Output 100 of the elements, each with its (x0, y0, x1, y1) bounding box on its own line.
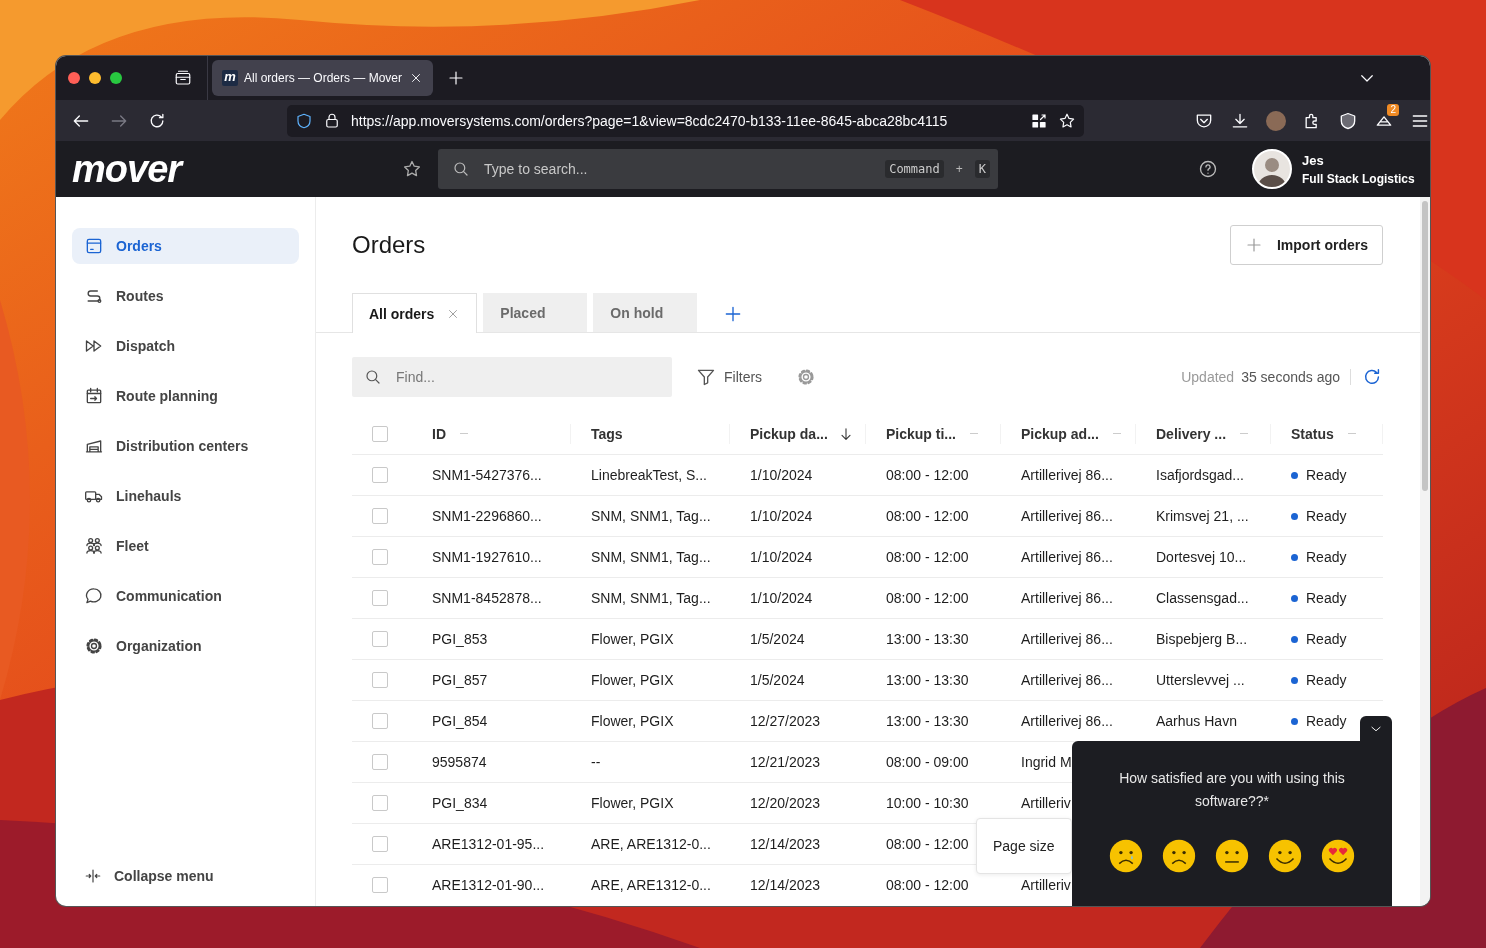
key-joiner: + (955, 162, 963, 176)
checkbox[interactable] (372, 795, 388, 811)
tray-icon[interactable] (174, 69, 192, 87)
neutral-face-icon[interactable] (1215, 839, 1249, 873)
close-icon[interactable] (409, 71, 423, 85)
collapse-icon (84, 867, 102, 885)
crying-face-icon[interactable] (1109, 839, 1143, 873)
import-orders-button[interactable]: Import orders (1230, 225, 1383, 265)
table-cell-text: 1/10/2024 (749, 590, 814, 606)
table-cell-text: Bispebjerg B... (1155, 631, 1249, 647)
find-field[interactable]: Find... (394, 368, 660, 386)
checkbox[interactable] (372, 672, 388, 688)
sidebar-item[interactable]: Communication (72, 578, 299, 614)
address-bar[interactable]: https://app.moversystems.com/orders?page=1&view=8cdc2470-b133-11ee-8645-abca28bc4115 (287, 104, 1084, 137)
search-field[interactable]: Type to search... (482, 160, 874, 178)
status-dot (1291, 635, 1298, 643)
browser-tab[interactable]: m All orders — Orders — Mover (212, 60, 433, 96)
filters-button[interactable]: Filters (696, 367, 763, 387)
column-header[interactable]: Pickup da... (750, 425, 828, 442)
sidebar-item[interactable]: Routes (72, 278, 299, 314)
table-cell-text: Flower, PGIX (590, 713, 675, 729)
table-cell-text: Ingrid M (1020, 754, 1073, 770)
column-header[interactable]: Delivery ... (1156, 425, 1227, 442)
qr-code-icon[interactable] (1030, 111, 1048, 130)
sidebar-item[interactable]: Dispatch (72, 328, 299, 364)
zoom-window-button[interactable] (110, 72, 122, 84)
heart-eyes-face-icon[interactable] (1321, 839, 1355, 873)
people-icon (84, 536, 104, 556)
column-header[interactable]: Pickup ti... (886, 425, 956, 442)
column-header[interactable]: ID (432, 425, 446, 442)
keyboard-key: K (974, 160, 990, 178)
status-dot (1291, 594, 1298, 602)
sidebar-item[interactable]: Route planning (72, 378, 299, 414)
table-cell-text: 12/21/2023 (749, 754, 822, 770)
search-bar[interactable]: Type to search... Command + K (438, 149, 998, 189)
table-cell-text: PGI_854 (431, 713, 489, 729)
checkbox[interactable] (372, 754, 388, 770)
user-avatar[interactable] (1252, 149, 1292, 189)
sidebar-item[interactable]: Organization (72, 628, 299, 664)
lock-icon (323, 111, 341, 130)
checkbox[interactable] (372, 425, 388, 442)
checkbox[interactable] (372, 877, 388, 893)
star-icon[interactable] (1058, 111, 1076, 130)
table-cell-text: Artillerivej 86... (1020, 549, 1114, 565)
table-cell: Ready (1306, 713, 1347, 729)
settings-icon[interactable] (796, 367, 817, 387)
checkbox[interactable] (372, 590, 388, 606)
sidebar-item[interactable]: Orders (72, 228, 299, 264)
minimize-window-button[interactable] (89, 72, 101, 84)
checkbox[interactable] (372, 836, 388, 852)
view-tab[interactable]: All orders (352, 293, 478, 333)
column-header[interactable]: Pickup ad... (1021, 425, 1099, 442)
table-cell-text: 08:00 - 12:00 (885, 508, 970, 524)
updated-time: 35 seconds ago (1241, 369, 1340, 385)
checkbox[interactable] (372, 467, 388, 483)
view-tab[interactable]: Placed (483, 293, 588, 332)
collapse-survey-button[interactable] (1360, 716, 1392, 742)
shield-icon[interactable] (1338, 110, 1358, 131)
star-icon[interactable] (402, 159, 422, 179)
table-cell-text: Aarhus Havn (1155, 713, 1238, 729)
table-cell-text: Krimsvej 21, ... (1155, 508, 1250, 524)
search-icon (452, 160, 470, 178)
table-cell-text: 1/10/2024 (749, 467, 814, 483)
sidebar-item[interactable]: Linehauls (72, 478, 299, 514)
scrollbar[interactable] (1420, 197, 1430, 906)
table-cell-text: Flower, PGIX (590, 672, 675, 688)
checkbox[interactable] (372, 631, 388, 647)
smiling-face-icon[interactable] (1268, 839, 1302, 873)
plus-icon[interactable] (447, 69, 465, 87)
sidebar-item[interactable]: Fleet (72, 528, 299, 564)
url-text: https://app.moversystems.com/orders?page=1&view=8cdc2470-b133-11ee-8645-abca28bc4115 (351, 112, 949, 129)
scrollbar-thumb[interactable] (1422, 201, 1428, 491)
updated-label: Updated (1181, 369, 1235, 385)
column-header[interactable]: Tags (591, 425, 623, 442)
checkbox[interactable] (372, 713, 388, 729)
table-cell-text: Flower, PGIX (590, 795, 675, 811)
keyboard-key: Command (885, 160, 944, 178)
table-cell-text: SNM1-2296860... (431, 508, 543, 524)
table-cell-text: SNM, SNM1, Tag... (590, 508, 712, 524)
checkbox[interactable] (372, 508, 388, 524)
sad-face-icon[interactable] (1162, 839, 1196, 873)
checkbox[interactable] (372, 549, 388, 565)
profile-avatar[interactable] (1266, 110, 1286, 131)
table-cell: Ready (1306, 549, 1347, 565)
view-tab[interactable]: On hold (593, 293, 698, 332)
find-bar[interactable]: Find... (352, 357, 672, 397)
calendar-icon (84, 386, 104, 406)
filter-icon (696, 367, 716, 387)
table-cell-text: Artillerivej 86... (1020, 508, 1114, 524)
collapse-menu-button[interactable]: Collapse menu (72, 858, 299, 894)
organization-name: Full Stack Logistics (1302, 171, 1415, 186)
logo[interactable]: mover (72, 147, 402, 191)
table-cell-text: SNM, SNM1, Tag... (590, 549, 712, 565)
table-cell-text: 08:00 - 12:00 (885, 467, 970, 483)
sidebar-item[interactable]: Distribution centers (72, 428, 299, 464)
table-cell-text: PGI_857 (431, 672, 489, 688)
close-window-button[interactable] (68, 72, 80, 84)
column-header[interactable]: Status (1291, 425, 1334, 442)
table-cell-text: SNM1-8452878... (431, 590, 543, 606)
help-icon[interactable] (1198, 159, 1218, 179)
